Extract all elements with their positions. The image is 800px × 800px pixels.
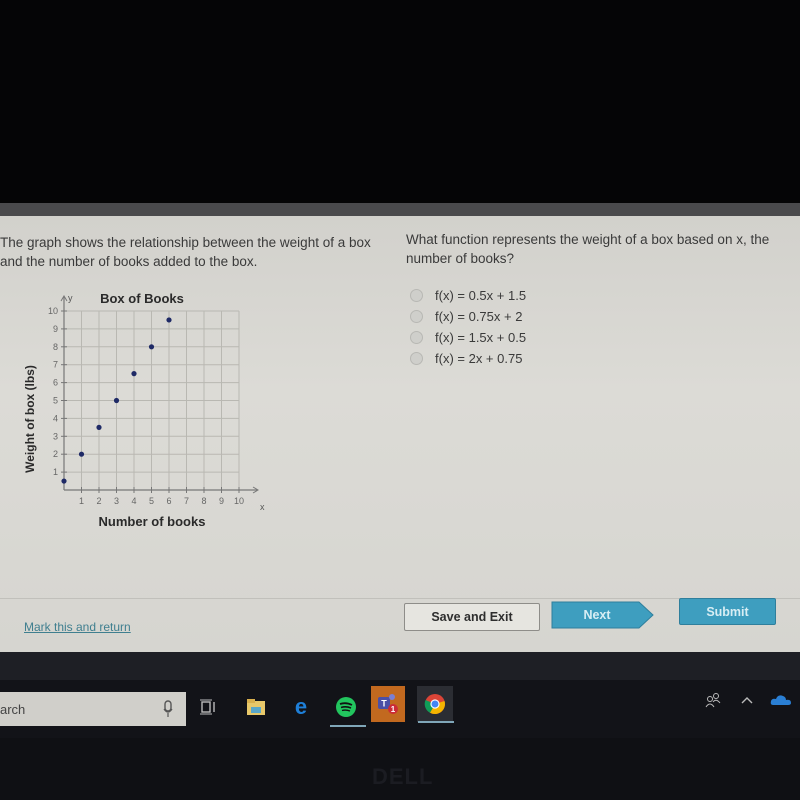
y-tick-label: 1 [53, 467, 58, 477]
y-tick-label: 6 [53, 378, 58, 388]
teams-icon[interactable]: T1 [371, 686, 405, 722]
edge-icon[interactable]: e [284, 690, 318, 724]
chart-grid [64, 310, 240, 490]
next-button[interactable]: Next [551, 601, 655, 629]
y-tick-label: 7 [53, 360, 58, 370]
teams-notification-badge: 1 [391, 705, 396, 714]
data-point [61, 478, 67, 484]
svg-text:e: e [295, 696, 307, 718]
quiz-page: The graph shows the relationship between… [0, 216, 800, 652]
x-tick-label: 2 [96, 496, 101, 506]
data-point [148, 344, 155, 350]
radio-button[interactable] [410, 352, 423, 365]
x-tick-label: 7 [184, 496, 189, 506]
x-axis-label: Number of books [99, 514, 206, 529]
data-point [131, 371, 137, 377]
question-context: The graph shows the relationship between… [0, 235, 371, 269]
x-tick-label: 5 [149, 496, 154, 506]
answer-option-label: f(x) = 2x + 0.75 [435, 351, 523, 366]
data-point [113, 397, 120, 404]
file-explorer-icon[interactable] [239, 690, 273, 724]
x-tick-label: 10 [234, 496, 244, 506]
answer-option[interactable]: f(x) = 0.75x + 2 [410, 307, 526, 326]
data-point [96, 424, 102, 430]
microphone-icon[interactable] [163, 700, 173, 718]
answer-option-label: f(x) = 0.5x + 1.5 [435, 288, 527, 303]
spotify-icon[interactable] [329, 690, 366, 727]
submit-button[interactable]: Submit [679, 598, 776, 625]
spotify-active-indicator [330, 725, 366, 727]
y-tick-label: 2 [53, 449, 58, 459]
answer-option[interactable]: f(x) = 2x + 0.75 [410, 349, 526, 368]
x-tick-label: 9 [219, 496, 224, 506]
answer-option[interactable]: f(x) = 1.5x + 0.5 [410, 328, 526, 347]
answer-option-label: f(x) = 1.5x + 0.5 [435, 330, 527, 345]
room-background [0, 0, 800, 203]
answer-option[interactable]: f(x) = 0.5x + 1.5 [410, 286, 526, 305]
x-tick-label: 3 [114, 496, 119, 506]
y-tick-label: 8 [53, 342, 58, 352]
answer-options: f(x) = 0.5x + 1.5 f(x) = 0.75x + 2 f(x) = … [410, 286, 526, 370]
mark-and-return-link[interactable]: Mark this and return [24, 620, 131, 634]
radio-button[interactable] [410, 289, 423, 302]
onedrive-icon[interactable] [770, 694, 792, 706]
monitor-gap [0, 652, 800, 680]
radio-button[interactable] [410, 331, 423, 344]
chevron-up-icon[interactable] [741, 696, 753, 704]
x-tick-label: 4 [131, 496, 136, 506]
task-view-icon[interactable] [191, 690, 225, 724]
taskbar-search-box[interactable]: arch [0, 692, 186, 726]
chart-title: Box of Books [100, 291, 184, 306]
x-tick-label: 1 [79, 496, 84, 506]
x-tick-label: 6 [166, 496, 171, 506]
monitor-bezel: DELL [0, 738, 800, 800]
y-axis-letter: y [68, 293, 73, 303]
browser-top-edge [0, 203, 800, 217]
chrome-icon[interactable] [417, 686, 454, 723]
y-tick-label: 4 [53, 413, 58, 423]
search-placeholder: arch [0, 702, 26, 717]
y-axis-label: Weight of box (lbs) [23, 365, 37, 473]
taskbar: arch e T1 [0, 680, 800, 738]
data-point [78, 451, 85, 457]
people-icon[interactable] [705, 692, 721, 708]
scatter-chart: 1 2 3 4 5 6 7 8 9 10 1 2 3 4 5 6 7 8 9 10 Box of Books Numb… [20, 291, 280, 531]
chart-tick-labels: 1 2 3 4 5 6 7 8 9 10 1 2 3 4 5 6 7 8 9 10 [48, 306, 244, 506]
data-point [166, 317, 172, 323]
chart-axes [60, 295, 259, 494]
monitor-brand-logo: DELL [372, 764, 434, 789]
next-button-label: Next [583, 608, 611, 622]
radio-button[interactable] [410, 310, 423, 323]
svg-text:T: T [381, 699, 387, 709]
x-axis-letter: x [260, 502, 265, 512]
y-tick-label: 9 [53, 324, 58, 334]
x-tick-label: 8 [201, 496, 206, 506]
y-tick-label: 5 [53, 396, 58, 406]
chart-svg: 1 2 3 4 5 6 7 8 9 10 1 2 3 4 5 6 7 8 9 10 Box of Books Numb… [23, 291, 265, 529]
chrome-active-indicator [418, 721, 454, 723]
question-prompt: What function represents the weight of a… [406, 232, 770, 266]
y-tick-label: 3 [53, 431, 58, 441]
answer-option-label: f(x) = 0.75x + 2 [435, 309, 523, 324]
save-and-exit-button[interactable]: Save and Exit [404, 603, 540, 631]
y-tick-label: 10 [48, 306, 58, 316]
